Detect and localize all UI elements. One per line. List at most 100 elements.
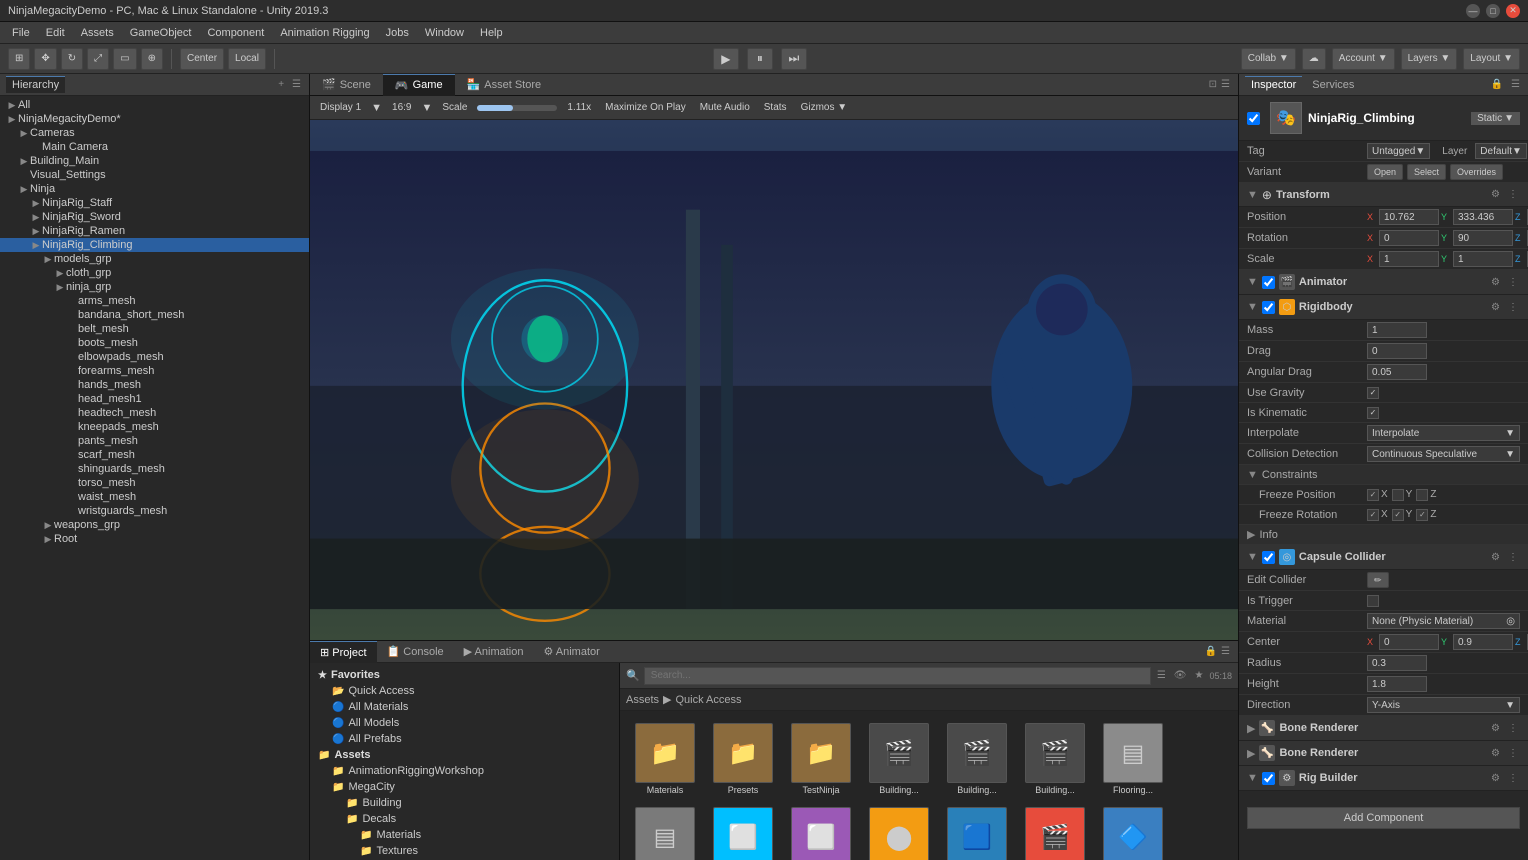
- toolbar-combined-btn[interactable]: ⊕: [141, 48, 163, 70]
- assets-tree-item-8[interactable]: 📁Building: [310, 795, 619, 811]
- tree-item-main-camera[interactable]: Main Camera: [0, 140, 309, 154]
- scale-slider[interactable]: [477, 105, 557, 111]
- tree-item-belt-mesh[interactable]: belt_mesh: [0, 322, 309, 336]
- scale-x-input[interactable]: [1379, 251, 1439, 267]
- collision-dropdown[interactable]: Continuous Speculative ▼: [1367, 446, 1520, 462]
- tab-project[interactable]: ⊞ Project: [310, 641, 377, 663]
- asset-item-lwrp[interactable]: 🟦LWRP-...: [940, 803, 1014, 860]
- overrides-btn[interactable]: Overrides: [1450, 164, 1503, 180]
- capsule-collider-header[interactable]: ▼ ◎ Capsule Collider ⚙ ⋮: [1239, 545, 1528, 570]
- scale-y-input[interactable]: [1453, 251, 1513, 267]
- inspector-lock-btn[interactable]: 🔒: [1489, 77, 1505, 92]
- hierarchy-menu-btn[interactable]: ☰: [290, 77, 303, 92]
- menu-window[interactable]: Window: [417, 25, 472, 41]
- menu-help[interactable]: Help: [472, 25, 511, 41]
- rot-x-input[interactable]: [1379, 230, 1439, 246]
- tree-item-shinguards-mesh[interactable]: shinguards_mesh: [0, 462, 309, 476]
- is-kinematic-checkbox[interactable]: ✓: [1367, 407, 1379, 419]
- local-btn[interactable]: Local: [228, 48, 266, 70]
- assets-tree-item-4[interactable]: 🔵All Prefabs: [310, 731, 619, 747]
- tab-console[interactable]: 📋 Console: [377, 641, 454, 663]
- cloud-btn[interactable]: ☁: [1302, 48, 1326, 70]
- tree-item-ninja-grp[interactable]: ▶ninja_grp: [0, 280, 309, 294]
- rot-y-input[interactable]: [1453, 230, 1513, 246]
- inspector-menu-btn[interactable]: ☰: [1509, 77, 1522, 92]
- menu-animation-rigging[interactable]: Animation Rigging: [272, 25, 377, 41]
- object-active-checkbox[interactable]: [1247, 112, 1260, 125]
- is-trigger-checkbox[interactable]: [1367, 595, 1379, 607]
- toolbar-move-btn[interactable]: ✥: [34, 48, 56, 70]
- close-button[interactable]: ✕: [1506, 4, 1520, 18]
- assets-tree-item-1[interactable]: 📂Quick Access: [310, 683, 619, 699]
- asset-item-materials[interactable]: 📁Materials: [628, 719, 702, 799]
- toolbar-rect-btn[interactable]: ▭: [113, 48, 136, 70]
- freeze-rot-y-checkbox[interactable]: ✓: [1392, 509, 1404, 521]
- material-dropdown[interactable]: None (Physic Material) ◎: [1367, 613, 1520, 629]
- hierarchy-tab[interactable]: Hierarchy: [6, 76, 65, 93]
- menu-assets[interactable]: Assets: [73, 25, 122, 41]
- asset-item-ground4[interactable]: ⬤Ground...: [862, 803, 936, 860]
- tab-game[interactable]: 🎮 Game: [383, 74, 455, 96]
- pos-y-input[interactable]: [1453, 209, 1513, 225]
- tree-item-kneepads-mesh[interactable]: kneepads_mesh: [0, 420, 309, 434]
- asset-item-testninja[interactable]: 📁TestNinja: [784, 719, 858, 799]
- menu-edit[interactable]: Edit: [38, 25, 73, 41]
- tree-item-wristguards-mesh[interactable]: wristguards_mesh: [0, 504, 309, 518]
- tree-item-visual-settings[interactable]: Visual_Settings: [0, 168, 309, 182]
- assets-tree-item-10[interactable]: 📁Materials: [310, 827, 619, 843]
- bone2-menu-icon[interactable]: ⋮: [1506, 746, 1520, 761]
- inspector-tab[interactable]: Inspector: [1245, 76, 1302, 93]
- tree-item-cameras[interactable]: ▶Cameras: [0, 126, 309, 140]
- view-maximize-btn[interactable]: ⊡: [1207, 77, 1219, 92]
- asset-item-building3[interactable]: 🎬Building...: [1018, 719, 1092, 799]
- use-gravity-checkbox[interactable]: ✓: [1367, 387, 1379, 399]
- maximize-button[interactable]: □: [1486, 4, 1500, 18]
- menu-jobs[interactable]: Jobs: [378, 25, 417, 41]
- asset-item-ground1[interactable]: ▤Ground...: [628, 803, 702, 860]
- breadcrumb-assets[interactable]: Assets: [626, 694, 659, 706]
- menu-file[interactable]: File: [4, 25, 38, 41]
- tree-item-building-main[interactable]: ▶Building_Main: [0, 154, 309, 168]
- center-y-input[interactable]: [1453, 634, 1513, 650]
- transform-component-header[interactable]: ▼ ⊕ Transform ⚙ ⋮: [1239, 183, 1528, 207]
- layout-dropdown[interactable]: Layout ▼: [1463, 48, 1520, 70]
- transform-settings-icon[interactable]: ⚙: [1489, 187, 1502, 202]
- tree-item-models-grp[interactable]: ▶models_grp: [0, 252, 309, 266]
- ratio-selector[interactable]: 16:9: [388, 101, 415, 114]
- pos-x-input[interactable]: [1379, 209, 1439, 225]
- height-input[interactable]: [1367, 676, 1427, 692]
- tag-dropdown[interactable]: Untagged ▼: [1367, 143, 1430, 159]
- rigidbody-component-header[interactable]: ▼ ⬡ Rigidbody ⚙ ⋮: [1239, 295, 1528, 320]
- stats-btn[interactable]: Stats: [760, 101, 791, 114]
- assets-star-btn[interactable]: ★: [1193, 668, 1206, 683]
- bone2-settings-icon[interactable]: ⚙: [1489, 746, 1502, 761]
- mute-audio-btn[interactable]: Mute Audio: [696, 101, 754, 114]
- toolbar-transform-btn[interactable]: ⊞: [8, 48, 30, 70]
- rigidbody-menu-icon[interactable]: ⋮: [1506, 300, 1520, 315]
- bone1-settings-icon[interactable]: ⚙: [1489, 721, 1502, 736]
- freeze-pos-y-checkbox[interactable]: [1392, 489, 1404, 501]
- rigidbody-settings-icon[interactable]: ⚙: [1489, 300, 1502, 315]
- view-menu-btn[interactable]: ☰: [1219, 77, 1232, 92]
- capsule-settings-icon[interactable]: ⚙: [1489, 550, 1502, 565]
- direction-dropdown[interactable]: Y-Axis ▼: [1367, 697, 1520, 713]
- tree-item-ninjarig-sword[interactable]: ▶NinjaRig_Sword: [0, 210, 309, 224]
- menu-component[interactable]: Component: [199, 25, 272, 41]
- radius-input[interactable]: [1367, 655, 1427, 671]
- play-button[interactable]: ▶: [713, 48, 739, 70]
- tree-item-scene[interactable]: ▶NinjaMegacityDemo*: [0, 112, 309, 126]
- services-tab[interactable]: Services: [1306, 77, 1360, 93]
- asset-item-building1[interactable]: 🎬Building...: [862, 719, 936, 799]
- tree-item-ninjarig-staff[interactable]: ▶NinjaRig_Staff: [0, 196, 309, 210]
- drag-input[interactable]: [1367, 343, 1427, 359]
- freeze-rot-x-checkbox[interactable]: ✓: [1367, 509, 1379, 521]
- layer-dropdown[interactable]: Default ▼: [1475, 143, 1527, 159]
- toolbar-scale-btn[interactable]: ⤢: [87, 48, 109, 70]
- assets-tree-item-2[interactable]: 🔵All Materials: [310, 699, 619, 715]
- tree-item-arms-mesh[interactable]: arms_mesh: [0, 294, 309, 308]
- display-selector[interactable]: Display 1: [316, 101, 365, 114]
- animator-component-header[interactable]: ▼ 🎬 Animator ⚙ ⋮: [1239, 270, 1528, 295]
- bottom-lock-btn[interactable]: 🔒: [1203, 644, 1219, 659]
- rig-builder-header[interactable]: ▼ ⚙ Rig Builder ⚙ ⋮: [1239, 766, 1528, 791]
- freeze-rot-z-checkbox[interactable]: ✓: [1416, 509, 1428, 521]
